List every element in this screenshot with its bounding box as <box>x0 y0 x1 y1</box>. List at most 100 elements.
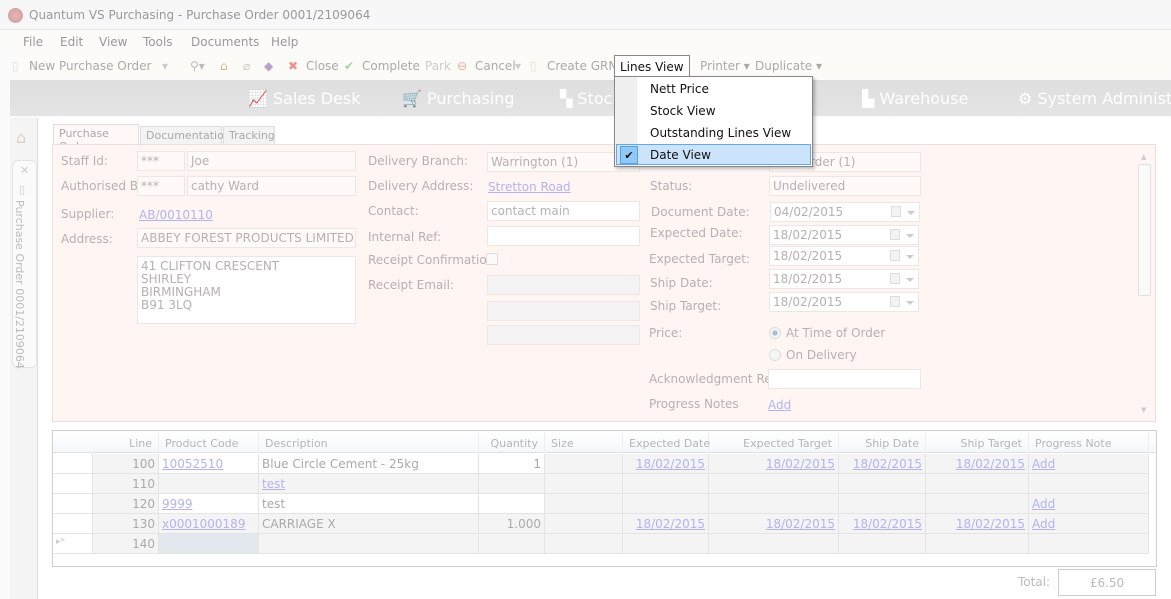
staff-id-code-field[interactable]: *** <box>137 151 185 171</box>
menu-view[interactable]: View <box>99 35 127 49</box>
ship-date-picker[interactable]: 18/02/2015 <box>769 269 919 289</box>
column-header-expected-date[interactable]: Expected Date <box>623 433 710 453</box>
cell-link[interactable]: 9999 <box>162 497 193 511</box>
notes-icon[interactable]: ◆ <box>264 59 273 73</box>
menu-item-nett-price[interactable]: Nett Price <box>616 79 811 100</box>
cell-link[interactable]: 18/02/2015 <box>956 457 1025 471</box>
chevron-down-icon[interactable]: ▾ <box>162 59 168 73</box>
column-header-description[interactable]: Description <box>259 433 479 453</box>
grid-cell-expt[interactable]: 18/02/2015 <box>709 454 839 474</box>
scroll-down-icon[interactable]: ▼ <box>1141 406 1146 414</box>
menu-item-date-view[interactable]: ✔ Date View <box>616 144 811 165</box>
cell-link[interactable]: 18/02/2015 <box>766 517 835 531</box>
row-header[interactable] <box>53 474 93 494</box>
chevron-down-icon[interactable] <box>906 301 914 305</box>
grid-cell-ship[interactable]: 18/02/2015 <box>839 514 926 534</box>
receipt-email-field-1[interactable] <box>487 275 640 295</box>
cell-link[interactable]: x0001000189 <box>162 517 245 531</box>
price-on-delivery-radio[interactable] <box>769 349 781 361</box>
price-at-time-of-order-radio[interactable] <box>769 327 781 339</box>
cell-link[interactable]: 10052510 <box>162 457 223 471</box>
grid-cell-code[interactable]: x0001000189 <box>159 514 259 534</box>
column-header-ship-target[interactable]: Ship Target <box>926 433 1029 453</box>
close-button[interactable]: Close <box>306 59 339 73</box>
column-header-size[interactable]: Size <box>545 433 623 453</box>
menu-item-stock-view[interactable]: Stock View <box>616 101 811 122</box>
chevron-down-icon[interactable] <box>906 278 914 282</box>
column-header-line[interactable]: Line <box>119 433 159 453</box>
new-button[interactable]: New <box>29 59 55 73</box>
tab-tracking[interactable]: Tracking <box>223 126 275 144</box>
cell-link[interactable]: 18/02/2015 <box>636 457 705 471</box>
grid-cell-note[interactable]: Add <box>1029 494 1149 514</box>
cell-link[interactable]: Add <box>1032 457 1055 471</box>
grid-cell-code[interactable]: 9999 <box>159 494 259 514</box>
scroll-up-icon[interactable]: ▲ <box>1141 153 1146 161</box>
home-icon[interactable]: ⌂ <box>220 59 228 73</box>
acknowledgment-ref-field[interactable] <box>768 369 921 389</box>
nav-sales-desk[interactable]: 📈 Sales Desk <box>248 89 360 108</box>
receipt-email-field-3[interactable] <box>487 325 640 345</box>
cell-link[interactable]: 18/02/2015 <box>853 517 922 531</box>
cell-link[interactable]: Add <box>1032 497 1055 511</box>
grid-cell-expt[interactable]: 18/02/2015 <box>709 514 839 534</box>
row-header[interactable] <box>53 494 93 514</box>
internal-ref-field[interactable] <box>487 226 640 246</box>
grid-cell-note[interactable]: Add <box>1029 454 1149 474</box>
calendar-icon[interactable] <box>890 229 900 240</box>
create-grn-button[interactable]: Create GRN <box>547 59 617 73</box>
form-scrollbar[interactable]: ▲ ▼ <box>1137 150 1153 418</box>
menu-tools[interactable]: Tools <box>143 35 173 49</box>
cell-link[interactable]: 18/02/2015 <box>636 517 705 531</box>
search-icon[interactable]: ⚲▾ <box>190 59 205 73</box>
expected-target-picker[interactable]: 18/02/2015 <box>769 246 919 266</box>
column-header-expected-target[interactable]: Expected Target <box>709 433 839 453</box>
chevron-down-icon[interactable] <box>906 255 914 259</box>
menu-documents[interactable]: Documents <box>191 35 259 49</box>
home-icon[interactable]: ⌂ <box>16 128 26 147</box>
close-tab-icon[interactable]: ✕ <box>20 164 29 177</box>
tab-purchase-order[interactable]: Purchase Order <box>53 124 139 153</box>
nav-system-administration[interactable]: ⚙ System Administration <box>1018 89 1171 108</box>
receipt-confirmation-checkbox[interactable] <box>486 253 498 265</box>
nav-warehouse[interactable]: ▙ Warehouse <box>862 89 968 108</box>
cell-link[interactable]: test <box>262 477 285 491</box>
chevron-down-icon[interactable] <box>906 234 914 238</box>
address-name-field[interactable]: ABBEY FOREST PRODUCTS LIMITED <box>137 228 356 248</box>
expected-date-picker[interactable]: 18/02/2015 <box>769 225 919 245</box>
receipt-email-field-2[interactable] <box>487 301 640 321</box>
row-header[interactable] <box>53 454 93 474</box>
cancel-button[interactable]: Cancel <box>475 59 516 73</box>
row-header[interactable] <box>53 514 93 534</box>
menu-file[interactable]: File <box>23 35 43 49</box>
grid-cell-shipt[interactable]: 18/02/2015 <box>926 454 1029 474</box>
calendar-icon[interactable] <box>890 250 900 261</box>
printer-button[interactable]: Printer ▾ <box>700 59 750 73</box>
row-header[interactable]: ▸* <box>53 534 93 554</box>
complete-button[interactable]: Complete <box>362 59 420 73</box>
grid-cell-shipt[interactable]: 18/02/2015 <box>926 514 1029 534</box>
grid-cell-exp[interactable]: 18/02/2015 <box>623 514 709 534</box>
authorised-by-name-field[interactable]: cathy Ward <box>187 176 356 196</box>
delivery-address-link[interactable]: Stretton Road <box>488 180 571 194</box>
menu-item-outstanding-lines-view[interactable]: Outstanding Lines View <box>616 123 811 144</box>
lines-view-button[interactable]: Lines View ▼ <box>614 55 690 88</box>
calendar-icon[interactable] <box>890 296 900 307</box>
column-header-quantity[interactable]: Quantity <box>479 433 545 453</box>
calendar-icon[interactable] <box>890 273 900 284</box>
nav-stock[interactable]: ▚ Stock <box>560 89 622 108</box>
staff-id-name-field[interactable]: Joe <box>187 151 356 171</box>
ship-target-picker[interactable]: 18/02/2015 <box>769 292 919 312</box>
duplicate-button[interactable]: Duplicate ▾ <box>755 59 822 73</box>
menu-help[interactable]: Help <box>271 35 298 49</box>
grid-cell-note[interactable]: Add <box>1029 514 1149 534</box>
tab-documentation[interactable]: Documentation <box>140 126 231 144</box>
supplier-link[interactable]: AB/0010110 <box>139 208 213 222</box>
chevron-down-icon[interactable] <box>907 211 915 215</box>
calendar-icon[interactable] <box>891 206 901 217</box>
cell-link[interactable]: 18/02/2015 <box>956 517 1025 531</box>
new-type-dropdown[interactable]: Purchase Order <box>59 59 151 73</box>
grid-cell-ship[interactable]: 18/02/2015 <box>839 454 926 474</box>
grid-cell-code[interactable]: 10052510 <box>159 454 259 474</box>
cell-link[interactable]: 18/02/2015 <box>766 457 835 471</box>
